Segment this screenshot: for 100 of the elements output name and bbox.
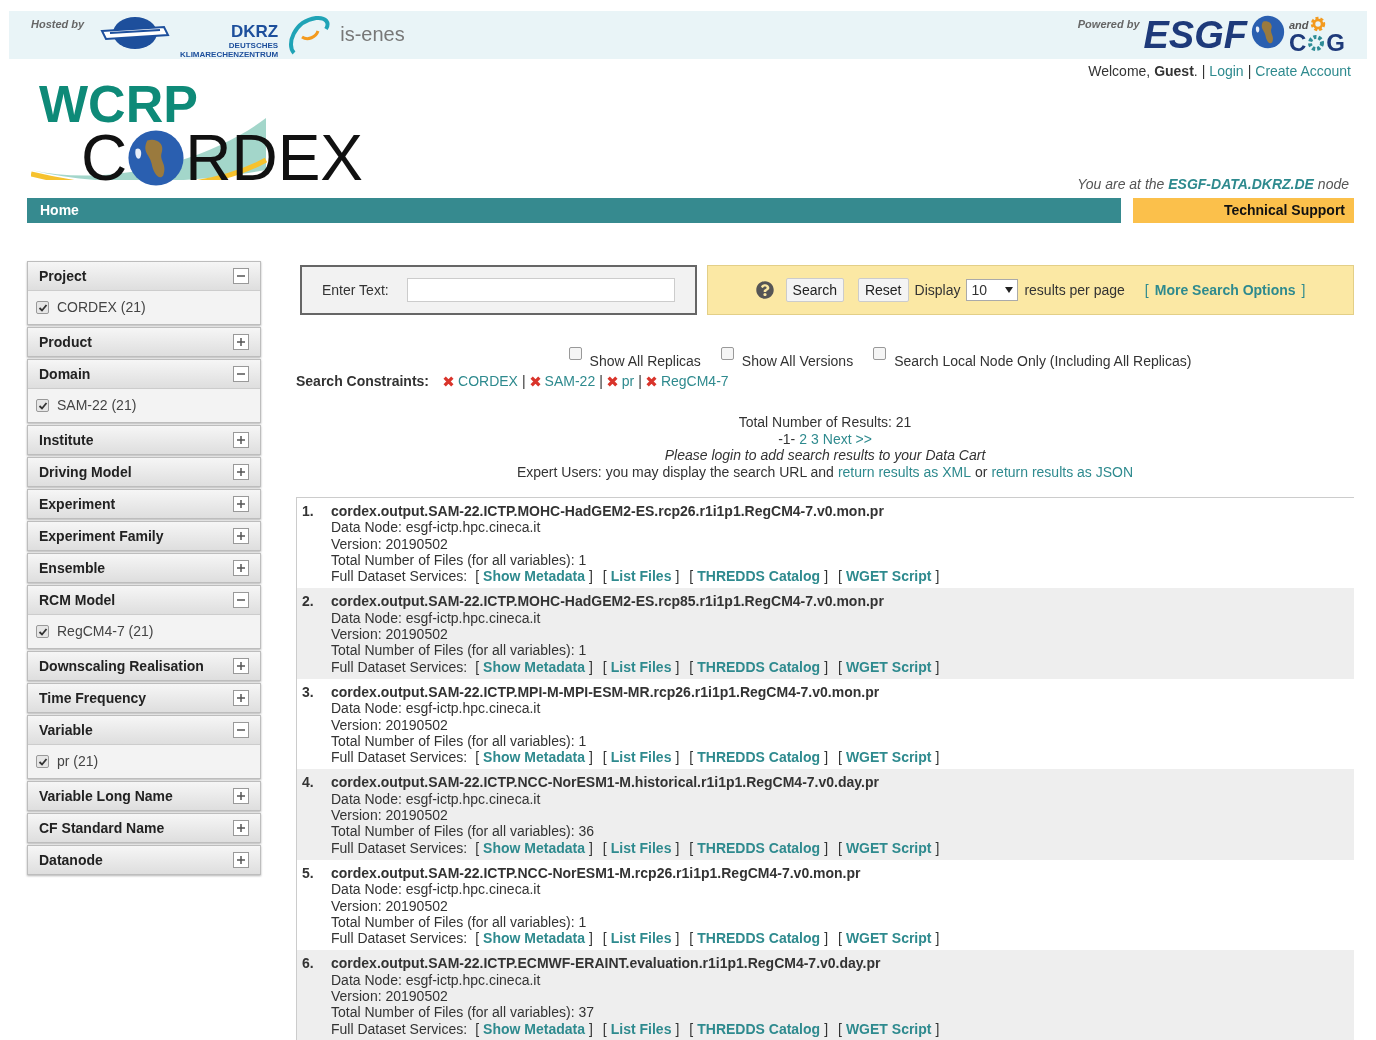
service-link[interactable]: Show Metadata xyxy=(483,839,585,856)
home-link[interactable]: Home xyxy=(40,200,79,221)
service-link[interactable]: List Files xyxy=(610,1020,672,1037)
facet-header[interactable]: Datanode xyxy=(28,846,260,874)
service-link[interactable]: Show Metadata xyxy=(483,568,585,585)
node-info-text: You are at the ESGF-DATA.DKRZ.DE node xyxy=(1077,175,1349,194)
facet-header[interactable]: Project xyxy=(28,262,260,290)
facet-header[interactable]: Domain xyxy=(28,360,260,388)
facet-header[interactable]: RCM Model xyxy=(28,586,260,614)
plus-icon xyxy=(233,464,249,480)
facet-header[interactable]: Ensemble xyxy=(28,554,260,582)
search-input[interactable] xyxy=(406,278,675,302)
remove-icon[interactable] xyxy=(443,376,455,387)
checkbox[interactable] xyxy=(36,399,49,412)
facet-header[interactable]: Time Frequency xyxy=(28,684,260,712)
service-link[interactable]: WGET Script xyxy=(845,658,932,675)
facet-header[interactable]: Variable Long Name xyxy=(28,782,260,810)
facet-header[interactable]: Product xyxy=(28,328,260,356)
service-link[interactable]: THREDDS Catalog xyxy=(697,749,821,766)
facet-header[interactable]: Driving Model xyxy=(28,458,260,486)
xml-link[interactable]: return results as XML xyxy=(837,463,971,480)
data-node-text: Data Node: esgf-ictp.hpc.cineca.it xyxy=(331,971,542,988)
service-link[interactable]: THREDDS Catalog xyxy=(697,839,821,856)
checkbox[interactable] xyxy=(568,347,582,360)
facet-header[interactable]: CF Standard Name xyxy=(28,814,260,842)
service-link[interactable]: THREDDS Catalog xyxy=(697,930,821,947)
cog-logo-text: C xyxy=(1289,31,1307,55)
service-link[interactable]: WGET Script xyxy=(845,568,932,585)
service-link[interactable]: List Files xyxy=(610,749,672,766)
facet-header[interactable]: Experiment xyxy=(28,490,260,518)
page-link[interactable]: 3 xyxy=(811,430,819,447)
service-link[interactable]: THREDDS Catalog xyxy=(697,1020,821,1037)
minus-icon xyxy=(233,366,249,382)
service-link[interactable]: List Files xyxy=(610,568,672,585)
result-number: 5. xyxy=(302,864,315,883)
login-note-text: Please login to add search results to your Data Cart xyxy=(664,447,986,464)
facet-header[interactable]: Variable xyxy=(28,716,260,744)
bracket-text: [ xyxy=(1144,280,1149,300)
result-number: 6. xyxy=(302,955,315,974)
facet-header[interactable]: Experiment Family xyxy=(28,522,260,550)
plus-icon xyxy=(233,528,249,544)
bracket-text: ] xyxy=(824,1020,828,1037)
service-link[interactable]: THREDDS Catalog xyxy=(697,658,821,675)
and-text: and xyxy=(1289,17,1309,33)
service-link[interactable]: WGET Script xyxy=(845,749,932,766)
facet-header[interactable]: Institute xyxy=(28,426,260,454)
remove-icon[interactable] xyxy=(645,376,657,387)
constraint-link[interactable]: pr xyxy=(621,371,635,392)
constraint-link[interactable]: SAM-22 xyxy=(544,371,596,392)
dkrz-logo-text: DKRZ xyxy=(230,23,279,40)
checkbox[interactable] xyxy=(36,755,49,768)
create-account-link[interactable]: Create Account xyxy=(1255,61,1351,82)
service-link[interactable]: Show Metadata xyxy=(483,749,585,766)
service-link[interactable]: WGET Script xyxy=(845,839,932,856)
remove-icon[interactable] xyxy=(529,376,541,387)
checkbox[interactable] xyxy=(720,347,734,360)
file-count-text: Total Number of Files (for all variables): 1 xyxy=(331,642,588,659)
bracket-text: [ xyxy=(689,568,694,585)
constraint-link[interactable]: RegCM4-7 xyxy=(660,371,729,392)
option-label[interactable]: Search Local Node Only (Including All Replicas) xyxy=(894,351,1192,372)
bracket-text: ] xyxy=(824,839,828,856)
service-link[interactable]: List Files xyxy=(610,839,672,856)
bracket-text: ] xyxy=(675,1020,680,1037)
service-link[interactable]: THREDDS Catalog xyxy=(697,568,821,585)
checkbox[interactable] xyxy=(873,347,887,360)
json-link[interactable]: return results as JSON xyxy=(991,463,1134,480)
page-link[interactable]: 2 xyxy=(799,430,808,447)
help-icon[interactable] xyxy=(755,281,774,299)
bracket-text: [ xyxy=(838,1020,842,1037)
service-link[interactable]: List Files xyxy=(610,658,672,675)
technical-support-button[interactable]: Technical Support xyxy=(1133,198,1354,223)
results-per-page-select[interactable]: 10 xyxy=(966,279,1019,301)
option-label[interactable]: Show All Versions xyxy=(741,351,854,372)
service-link[interactable]: Show Metadata xyxy=(483,658,585,675)
bracket-text: [ xyxy=(838,658,842,675)
page-link[interactable]: Next >> xyxy=(822,430,872,447)
bracket-text: [ xyxy=(475,839,480,856)
login-link[interactable]: Login xyxy=(1209,61,1244,82)
plus-icon xyxy=(233,852,249,868)
bracket-text: ] xyxy=(588,568,593,585)
checkbox[interactable] xyxy=(36,301,49,314)
service-link[interactable]: Show Metadata xyxy=(483,930,585,947)
plus-icon xyxy=(233,560,249,576)
more-search-options-link[interactable]: More Search Options xyxy=(1154,279,1296,301)
facet-value[interactable]: pr (21) xyxy=(57,751,99,772)
checkbox[interactable] xyxy=(36,625,49,638)
bracket-text: ] xyxy=(675,930,680,947)
constraint-link[interactable]: CORDEX xyxy=(458,371,518,392)
reset-button[interactable]: Reset xyxy=(857,278,909,302)
option-label[interactable]: Show All Replicas xyxy=(589,351,701,372)
service-link[interactable]: Show Metadata xyxy=(483,1020,585,1037)
bracket-text: [ xyxy=(475,1020,480,1037)
version-text: Version: 20190502 xyxy=(331,897,449,914)
service-link[interactable]: WGET Script xyxy=(845,930,932,947)
service-link[interactable]: List Files xyxy=(610,930,672,947)
service-link[interactable]: WGET Script xyxy=(845,1020,932,1037)
bracket-text: ] xyxy=(824,658,828,675)
remove-icon[interactable] xyxy=(606,376,618,387)
search-button[interactable]: Search xyxy=(785,278,844,302)
facet-header[interactable]: Downscaling Realisation xyxy=(28,652,260,680)
